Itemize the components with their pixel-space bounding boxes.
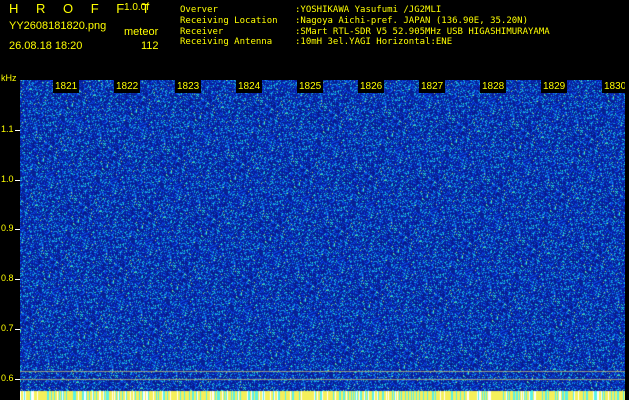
receiver-value: :SMart RTL-SDR V5 52.905MHz USB HIGASHIM… xyxy=(295,26,550,37)
y-tick-label: 0.6 xyxy=(1,373,14,383)
spectrogram-canvas xyxy=(20,80,625,400)
y-tick-label: 1.1 xyxy=(1,124,14,134)
header-panel: H R O F F T 1.0.0f YY2608181820.png 26.0… xyxy=(0,0,629,80)
receiver-label: Receiver xyxy=(180,26,224,37)
observer-row: Overver :YOSHIKAWA Yasufumi /JG2MLI xyxy=(180,5,550,16)
antenna-row: Receiving Antenna :10mH 3el.YAGI Horizont… xyxy=(180,37,550,48)
location-value: :Nagoya Aichi-pref. JAPAN (136.90E, 35.2… xyxy=(295,15,528,26)
x-tick-label: 1825 xyxy=(297,80,324,93)
image-filename: YY2608181820.png xyxy=(9,20,107,32)
event-count: 112 xyxy=(141,40,159,52)
location-row: Receiving Location :Nagoya Aichi-pref. JA… xyxy=(180,16,550,27)
observer-label: Overver xyxy=(180,5,218,15)
antenna-label: Receiving Antenna xyxy=(180,37,273,48)
x-tick-label: 1827 xyxy=(419,80,446,93)
event-label: meteor xyxy=(124,26,159,38)
y-tick-label: 1.0 xyxy=(1,174,14,184)
y-tick-label: 0.9 xyxy=(1,223,14,233)
x-tick-label: 1826 xyxy=(358,80,385,93)
x-tick-label: 1824 xyxy=(236,80,263,93)
station-info: Overver :YOSHIKAWA Yasufumi /JG2MLI Recei… xyxy=(180,5,550,48)
x-tick-label: 1823 xyxy=(175,80,202,93)
antenna-value: :10mH 3el.YAGI Horizontal:ENE xyxy=(295,37,453,48)
y-axis-unit: kHz xyxy=(1,73,17,83)
app-version: 1.0.0f xyxy=(124,2,150,13)
x-tick-label: 1830 xyxy=(602,80,625,93)
y-tick-label: 0.8 xyxy=(1,273,14,283)
x-tick-label: 1828 xyxy=(480,80,507,93)
receiver-row: Receiver :SMart RTL-SDR V5 52.905MHz USB … xyxy=(180,27,550,38)
x-tick-label: 1822 xyxy=(114,80,141,93)
x-tick-label: 1821 xyxy=(53,80,80,93)
observer-value: :YOSHIKAWA Yasufumi /JG2MLI xyxy=(295,5,442,15)
spectrogram-plot: 1821 1822 1823 1824 1825 1826 1827 1828 1829 1830 xyxy=(20,80,625,400)
x-tick-label: 1829 xyxy=(541,80,568,93)
image-timestamp: 26.08.18 18:20 xyxy=(9,40,83,52)
y-tick-label: 0.7 xyxy=(1,323,14,333)
location-label: Receiving Location xyxy=(180,15,278,26)
